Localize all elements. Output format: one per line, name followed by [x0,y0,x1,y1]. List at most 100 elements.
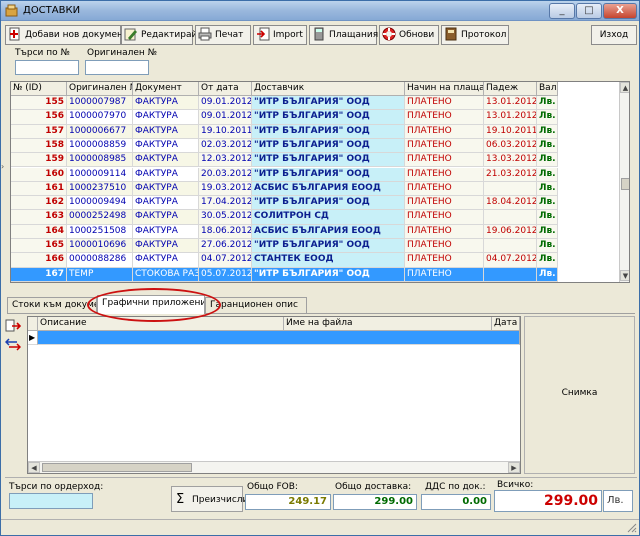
col-due-header[interactable]: Падеж [484,82,537,96]
cell-id: 159 [11,153,67,168]
highlight-ellipse [87,288,221,322]
table-row[interactable]: 162 1000009494 ФАКТУРА 17.04.2012 "ИТР БЪЛГА… [11,196,558,211]
delivery-value: 299.00 [333,494,417,510]
attachments-row[interactable]: ▶ [28,331,520,345]
cell-orig: 1000237510 [67,181,133,197]
cell-date: 04.07.2012 [199,253,252,268]
edit-icon [124,28,137,40]
cell-date: 12.03.2012 [199,153,252,168]
add-attachment-icon[interactable] [5,319,21,333]
search-number-label: Търси по № [15,48,70,58]
cell-date: 18.06.2012 [199,224,252,239]
cell-doc: ФАКТУРА [133,167,199,182]
cell-doc: ФАКТУРА [133,153,199,168]
table-row[interactable]: 163 0000252498 ФАКТУРА 30.05.2012 СОЛИТРОН С… [11,210,558,225]
refresh-button[interactable]: Обнови [379,25,439,45]
col-attach-date-header[interactable]: Дата [492,317,520,331]
table-row[interactable]: 157 1000006677 ФАКТУРА 19.10.2011 "ИТР БЪЛГА… [11,124,558,139]
cell-doc: ФАКТУРА [133,110,199,125]
col-payment-header[interactable]: Начин на плащане [405,82,484,96]
resize-grip-icon[interactable] [627,523,637,533]
col-currency-header[interactable]: Вал. [537,82,558,96]
payments-button[interactable]: Плащания [309,25,378,45]
table-row[interactable]: 160 1000009114 ФАКТУРА 20.03.2012 "ИТР БЪЛГА… [11,167,558,182]
cell-supplier: АСБИС БЪЛГАРИЯ ЕООД [252,224,405,239]
remove-attachment-icon[interactable] [5,337,21,351]
scroll-down-icon[interactable]: ▼ [620,270,629,281]
vat-value: 0.00 [421,494,491,510]
deliveries-window: ДОСТАВКИ _ □ X Добави нов документ Редак… [0,0,640,536]
grid-vertical-scrollbar[interactable]: ▲ ▼ [619,82,629,282]
table-row[interactable]: 164 1000251508 ФАКТУРА 18.06.2012 АСБИС БЪЛГ… [11,224,558,239]
current-row-arrow-icon: ▶ [28,331,38,345]
attachments-selected-cell[interactable] [38,331,520,345]
table-row[interactable]: 166 0000088286 ФАКТУРА 04.07.2012 СТАНТЕК ЕО… [11,253,558,268]
recalculate-button[interactable]: Σ Преизчисли [171,486,248,512]
add-document-label: Добави нов документ [25,30,129,40]
order-search-input[interactable] [9,493,93,509]
table-row[interactable]: 167TEMPСТОКОВА РАЗП05.07.2012"ИТР БЪЛГАР… [11,267,558,282]
vat-label: ДДС по док.: [425,482,486,492]
table-row[interactable]: 155 1000007987 ФАКТУРА 09.01.2012 "ИТР БЪЛГА… [11,96,558,111]
table-row[interactable]: 165 1000010696 ФАКТУРА 27.06.2012 "ИТР БЪЛГА… [11,239,558,254]
cell-id: 164 [11,224,67,239]
cell-id: 167 [11,267,67,282]
edit-button[interactable]: Редактирай [121,25,197,45]
cell-supplier: "ИТР БЪЛГАРИЯ" ООД [252,138,405,154]
search-original-input[interactable] [85,60,149,75]
cell-cur: Лв. [537,210,558,225]
table-row[interactable]: 156 1000007970 ФАКТУРА 09.01.2012 "ИТР БЪЛГА… [11,110,558,125]
maximize-button[interactable]: □ [576,3,602,19]
print-button[interactable]: Печат [195,25,251,45]
close-button[interactable]: X [603,3,637,19]
cell-orig: 0000252498 [67,210,133,225]
cell-due [484,267,537,282]
col-supplier-header[interactable]: Доставчик [252,82,405,96]
scroll-up-icon[interactable]: ▲ [620,82,629,93]
photo-preview[interactable]: Снимка [524,316,635,474]
minimize-button[interactable]: _ [549,3,575,19]
cell-cur: Лв. [537,267,558,282]
cell-cur: Лв. [537,110,558,125]
table-row[interactable]: 158 1000008859 ФАКТУРА 02.03.2012 "ИТР БЪЛГА… [11,138,558,154]
cell-id: 157 [11,124,67,139]
exit-button[interactable]: Изход [591,25,637,45]
col-document-header[interactable]: Документ [133,82,199,96]
col-original-header[interactable]: Оригинален № [67,82,133,96]
import-button[interactable]: Import [253,25,307,45]
cell-orig: 1000010696 [67,239,133,254]
cell-orig: 1000007987 [67,96,133,111]
tab-document-goods[interactable]: Стоки към документа [7,297,97,313]
scroll-thumb[interactable] [621,178,629,190]
add-document-button[interactable]: Добави нов документ [5,25,128,45]
cell-supplier: "ИТР БЪЛГАРИЯ" ООД [252,167,405,182]
col-id-header[interactable]: № (ID) [11,82,67,96]
cell-supplier: АСБИС БЪЛГАРИЯ ЕООД [252,181,405,197]
cell-id: 165 [11,239,67,254]
cell-due [484,181,537,197]
total-label: Всичко: [497,480,534,490]
order-search-label: Търси по ордерход: [9,482,104,492]
cell-id: 163 [11,210,67,225]
window-title: ДОСТАВКИ [23,5,81,16]
protocol-button[interactable]: Протокол [441,25,509,45]
table-row[interactable]: 161 1000237510 ФАКТУРА 19.03.2012 АСБИС БЪЛГ… [11,181,558,197]
col-date-header[interactable]: От дата [199,82,252,96]
edit-label: Редактирай [141,30,198,40]
cell-doc: ФАКТУРА [133,96,199,111]
cell-doc: ФАКТУРА [133,138,199,154]
scroll-right-icon[interactable]: ▶ [508,462,520,473]
attachments-indicator-header [28,317,38,331]
scroll-left-icon[interactable]: ◀ [28,462,40,473]
search-number-input[interactable] [15,60,79,75]
cell-orig: 1000008985 [67,153,133,168]
grid-header: № (ID) Оригинален № Документ От дата Дос… [11,82,621,96]
cell-supplier: "ИТР БЪЛГАРИЯ" ООД [252,239,405,254]
col-filename-header[interactable]: Име на файла [284,317,492,331]
cell-due: 18.04.2012 [484,196,537,211]
hscroll-thumb[interactable] [42,463,192,472]
table-row[interactable]: 159 1000008985 ФАКТУРА 12.03.2012 "ИТР БЪЛГА… [11,153,558,168]
attachments-horizontal-scrollbar[interactable]: ◀ ▶ [28,461,520,473]
cell-doc: ФАКТУРА [133,239,199,254]
lifebuoy-icon [382,27,396,40]
